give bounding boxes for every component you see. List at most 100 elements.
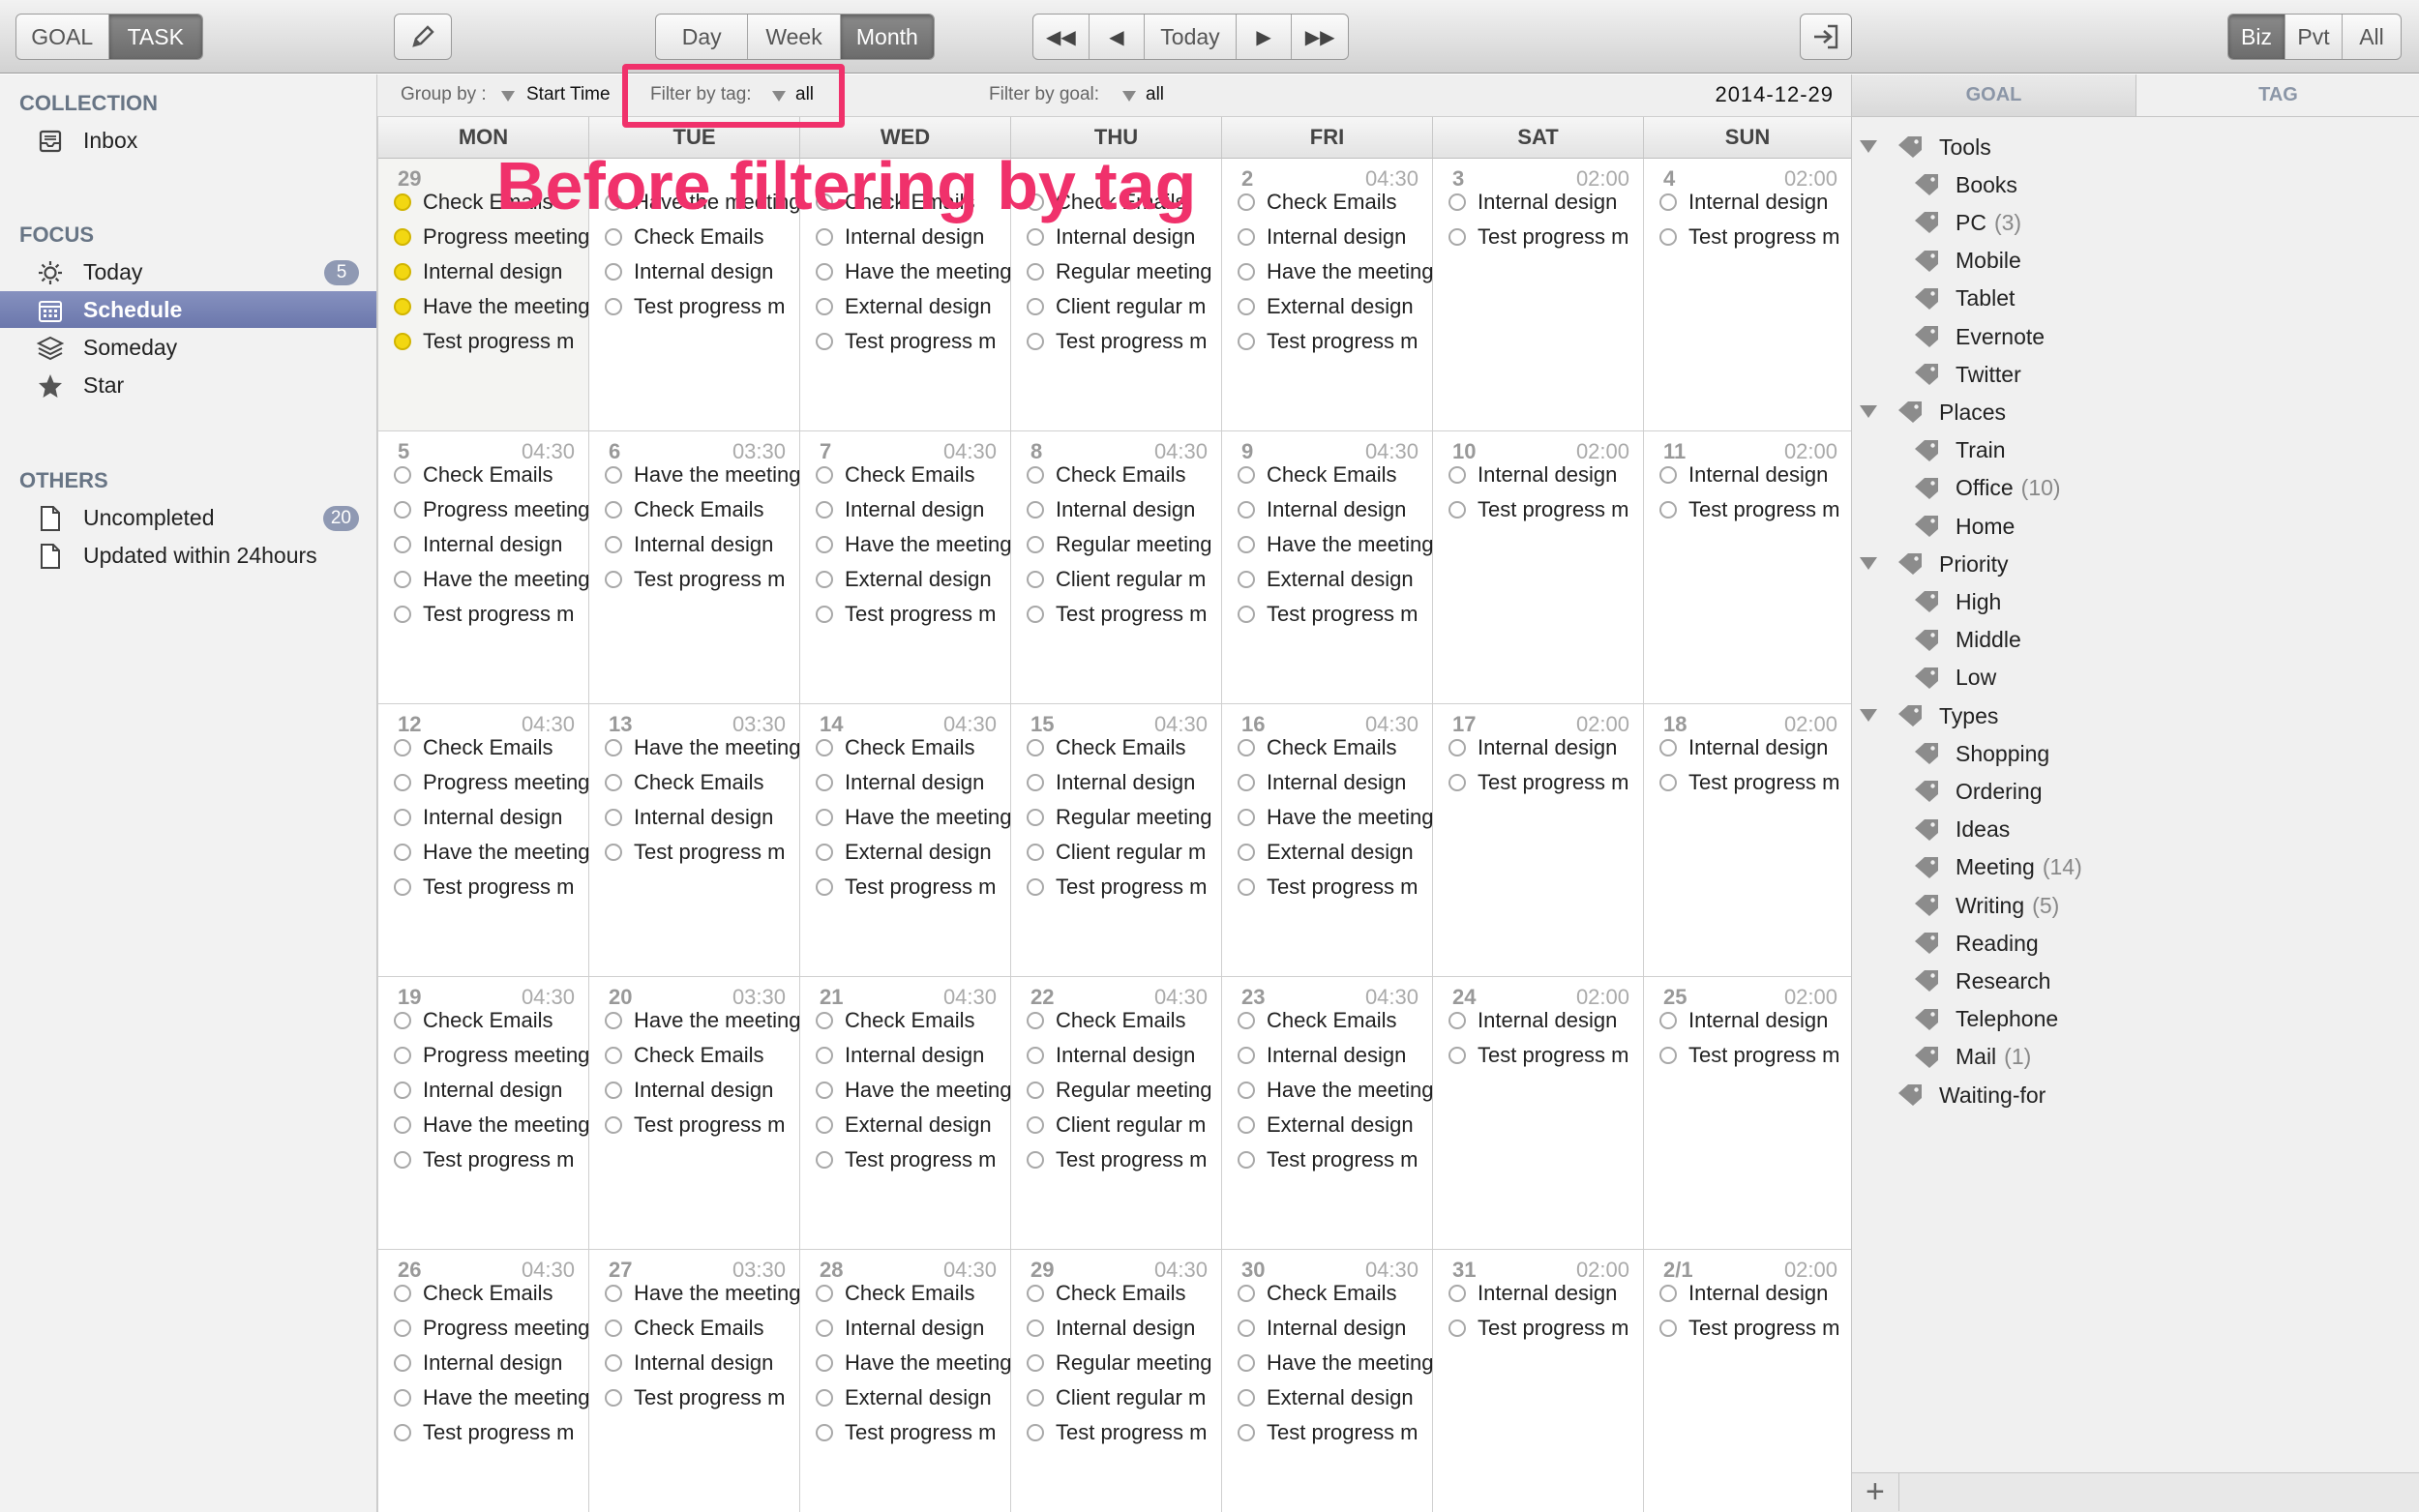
task-checkbox[interactable] <box>1238 809 1255 826</box>
tag-tree-item[interactable]: High <box>1913 584 2001 619</box>
task-item[interactable]: Internal design <box>816 493 1010 526</box>
sidebar-item-today[interactable]: Today 5 <box>0 253 376 290</box>
task-checkbox[interactable] <box>1238 1354 1255 1372</box>
task-checkbox[interactable] <box>1027 228 1044 246</box>
filter-goal-dropdown[interactable]: all <box>1146 84 1164 105</box>
task-mode-tab[interactable]: TASK <box>108 15 202 59</box>
task-item[interactable]: Client regular m <box>1027 563 1221 596</box>
prev-button[interactable]: ◀ <box>1090 15 1146 59</box>
day-cell[interactable]: 23 04:30 Check Emails Internal design Have t… <box>1222 977 1433 1250</box>
task-checkbox[interactable] <box>1027 298 1044 315</box>
task-item[interactable]: Internal design <box>605 528 799 561</box>
task-item[interactable]: Have the meeting <box>1238 255 1432 288</box>
task-item[interactable]: Internal design <box>394 255 588 288</box>
task-item[interactable]: Client regular m <box>1027 1109 1221 1141</box>
day-cell[interactable]: 11 02:00 Internal design Test progress m <box>1644 431 1852 704</box>
task-item[interactable]: Internal design <box>1659 1277 1851 1310</box>
next-button[interactable]: ▶ <box>1237 15 1293 59</box>
task-checkbox[interactable] <box>605 298 622 315</box>
task-item[interactable]: Internal design <box>1448 731 1643 764</box>
task-checkbox[interactable] <box>1238 466 1255 484</box>
task-checkbox[interactable] <box>816 774 833 791</box>
disclosure-triangle-icon[interactable] <box>1860 709 1877 722</box>
task-item[interactable]: Test progress m <box>1448 1039 1643 1072</box>
task-checkbox[interactable] <box>1027 844 1044 861</box>
task-item[interactable]: Internal design <box>394 1074 588 1107</box>
task-item[interactable]: Have the meeting <box>1238 1347 1432 1379</box>
task-item[interactable]: Test progress m <box>1659 1312 1851 1345</box>
day-cell[interactable]: 12 04:30 Check Emails Progress meeting Inter… <box>378 704 589 977</box>
task-item[interactable]: Internal design <box>605 801 799 834</box>
task-checkbox[interactable] <box>605 809 622 826</box>
task-item[interactable]: Test progress m <box>394 325 588 358</box>
task-checkbox[interactable] <box>605 1389 622 1407</box>
task-checkbox[interactable] <box>816 501 833 519</box>
task-item[interactable]: Internal design <box>1659 1004 1851 1037</box>
group-by-dropdown[interactable]: Start Time <box>526 84 611 105</box>
tag-tree-item[interactable]: Research <box>1913 964 2050 998</box>
task-checkbox[interactable] <box>1659 1047 1677 1064</box>
task-checkbox[interactable] <box>816 878 833 896</box>
tag-tree-item[interactable]: PC (3) <box>1913 205 2021 240</box>
task-item[interactable]: Internal design <box>1238 221 1432 253</box>
task-item[interactable]: Check Emails <box>1238 1277 1432 1310</box>
task-item[interactable]: External design <box>1238 1109 1432 1141</box>
task-item[interactable]: Internal design <box>1027 221 1221 253</box>
day-cell[interactable]: 19 04:30 Check Emails Progress meeting Inter… <box>378 977 589 1250</box>
task-item[interactable]: External design <box>816 563 1010 596</box>
task-checkbox[interactable] <box>816 606 833 623</box>
task-checkbox[interactable] <box>605 466 622 484</box>
task-checkbox[interactable] <box>1027 1012 1044 1029</box>
task-checkbox[interactable] <box>1238 606 1255 623</box>
task-item[interactable]: Internal design <box>1027 766 1221 799</box>
sidebar-item-schedule[interactable]: Schedule <box>0 291 376 328</box>
task-checkbox[interactable] <box>816 844 833 861</box>
tag-tree-item[interactable]: Middle <box>1913 623 2021 658</box>
task-checkbox[interactable] <box>1027 1285 1044 1302</box>
task-item[interactable]: Test progress m <box>1448 1312 1643 1345</box>
task-item[interactable]: Internal design <box>816 1039 1010 1072</box>
task-item[interactable]: External design <box>816 1109 1010 1141</box>
task-item[interactable]: Internal design <box>1027 493 1221 526</box>
task-item[interactable]: Regular meeting <box>1027 1074 1221 1107</box>
task-checkbox[interactable] <box>394 1082 411 1099</box>
task-checkbox[interactable] <box>605 1285 622 1302</box>
task-item[interactable]: Have the meeting <box>816 255 1010 288</box>
task-item[interactable]: Have the meeting <box>394 836 588 869</box>
task-item[interactable]: Check Emails <box>1238 731 1432 764</box>
task-checkbox[interactable] <box>1238 501 1255 519</box>
task-checkbox[interactable] <box>1238 298 1255 315</box>
task-checkbox[interactable] <box>816 228 833 246</box>
day-cell[interactable]: 31 02:00 Internal design Test progress m <box>1433 1250 1644 1512</box>
task-item[interactable]: Check Emails <box>816 1277 1010 1310</box>
task-item[interactable]: Regular meeting <box>1027 528 1221 561</box>
day-cell[interactable]: 8 04:30 Check Emails Internal design Regular… <box>1011 431 1222 704</box>
task-item[interactable]: Internal design <box>605 1074 799 1107</box>
tag-tree-item[interactable]: Writing (5) <box>1913 888 2059 923</box>
tag-tree-item[interactable]: Mail (1) <box>1913 1040 2031 1075</box>
tab-pvt[interactable]: Pvt <box>2285 15 2343 59</box>
day-cell[interactable]: 26 04:30 Check Emails Progress meeting Inter… <box>378 1250 589 1512</box>
task-item[interactable]: Test progress m <box>1027 1416 1221 1449</box>
task-item[interactable]: Internal design <box>394 801 588 834</box>
task-item[interactable]: Have the meeting <box>394 563 588 596</box>
task-item[interactable]: Internal design <box>816 221 1010 253</box>
task-item[interactable]: Test progress m <box>605 1381 799 1414</box>
add-icon[interactable]: + <box>1866 1473 1899 1511</box>
task-item[interactable]: Progress meeting <box>394 1039 588 1072</box>
task-checkbox[interactable] <box>394 571 411 588</box>
task-item[interactable]: Internal design <box>1027 1039 1221 1072</box>
task-checkbox[interactable] <box>1027 1354 1044 1372</box>
task-checkbox[interactable] <box>1238 1424 1255 1441</box>
day-cell[interactable]: 14 04:30 Check Emails Internal design Have t… <box>800 704 1011 977</box>
task-item[interactable]: Progress meeting <box>394 493 588 526</box>
task-item[interactable]: Have the meeting <box>1238 801 1432 834</box>
task-item[interactable]: Have the meeting <box>605 1004 799 1037</box>
task-checkbox[interactable] <box>605 536 622 553</box>
tag-tree-item[interactable]: Priority <box>1860 547 2009 581</box>
task-item[interactable]: Check Emails <box>605 221 799 253</box>
task-item[interactable]: Internal design <box>1238 1312 1432 1345</box>
task-item[interactable]: Have the meeting <box>816 1074 1010 1107</box>
task-item[interactable]: Test progress m <box>1238 1143 1432 1176</box>
task-item[interactable]: Have the meeting <box>605 459 799 491</box>
